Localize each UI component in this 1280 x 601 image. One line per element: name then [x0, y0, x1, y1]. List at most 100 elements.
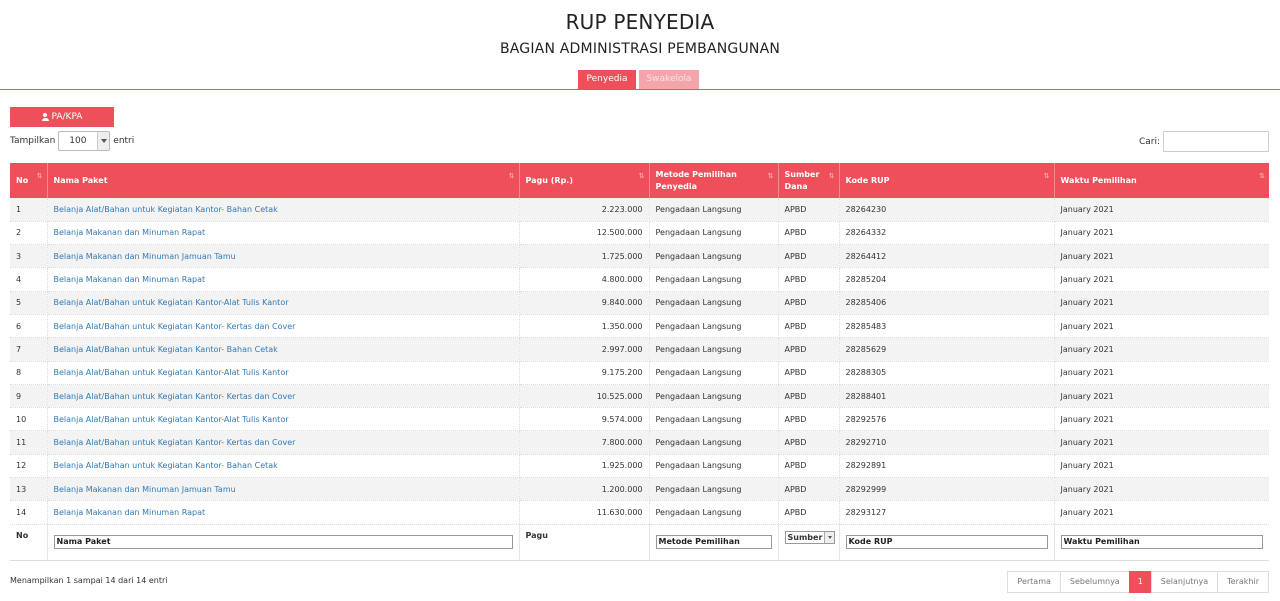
cell-sumber-dana: APBD	[778, 430, 840, 455]
search-control: Cari:	[1139, 131, 1269, 152]
cell-nama-paket-link[interactable]: Belanja Alat/Bahan untuk Kegiatan Kantor…	[47, 314, 520, 339]
cell-sumber-dana: APBD	[778, 291, 840, 315]
cell-sumber-dana: APBD	[778, 477, 840, 502]
cell-kode-rup: 28285629	[839, 337, 1055, 362]
cell-nama-paket-link[interactable]: Belanja Alat/Bahan untuk Kegiatan Kantor…	[47, 407, 520, 432]
column-header-kode-rup[interactable]: Kode RUP ⇅	[839, 163, 1055, 198]
cell-pagu: 10.525.000	[519, 384, 650, 409]
column-header-no[interactable]: No ⇅	[10, 163, 48, 198]
cell-pagu: 11.630.000	[519, 500, 650, 525]
cell-waktu: January 2021	[1054, 291, 1269, 315]
cell-sumber-dana: APBD	[778, 221, 840, 246]
cell-kode-rup: 28293127	[839, 500, 1055, 525]
column-header-pagu[interactable]: Pagu (Rp.) ⇅	[519, 163, 650, 198]
column-header-metode[interactable]: Metode Pemilihan Penyedia ⇅	[649, 163, 779, 198]
cell-nama-paket-link[interactable]: Belanja Makanan dan Minuman Jamuan Tamu	[47, 244, 520, 269]
cell-kode-rup: 28288305	[839, 361, 1055, 385]
tab-penyedia[interactable]: Penyedia	[578, 70, 636, 89]
cell-pagu: 4.800.000	[519, 267, 650, 292]
cell-waktu: January 2021	[1054, 454, 1269, 479]
cell-nama-paket-link[interactable]: Belanja Alat/Bahan untuk Kegiatan Kantor…	[47, 430, 520, 455]
filter-metode-input[interactable]	[655, 534, 772, 549]
filter-waktu-input[interactable]	[1060, 534, 1263, 549]
cell-waktu: January 2021	[1054, 198, 1269, 222]
cell-no: 13	[10, 477, 48, 502]
cell-no: 6	[10, 314, 48, 339]
chevron-down-icon	[824, 531, 835, 543]
cell-pagu: 9.840.000	[519, 291, 650, 315]
entries-label: entri	[113, 136, 135, 146]
table-row: 13 Belanja Makanan dan Minuman Jamuan Tam…	[10, 477, 1269, 502]
cell-metode: Pengadaan Langsung	[649, 244, 779, 269]
table-row: 7 Belanja Alat/Bahan untuk Kegiatan Kanto…	[10, 337, 1269, 362]
cell-nama-paket-link[interactable]: Belanja Makanan dan Minuman Rapat	[47, 500, 520, 525]
cell-metode: Pengadaan Langsung	[649, 267, 779, 292]
filter-sumber-select[interactable]: Sumber	[784, 530, 836, 544]
cell-pagu: 2.997.000	[519, 337, 650, 362]
pagination-page-1[interactable]: 1	[1128, 571, 1152, 593]
table-info: Menampilkan 1 sampai 14 dari 14 entri	[10, 576, 168, 585]
cell-kode-rup: 28292710	[839, 430, 1055, 455]
sort-icon: ⇅	[767, 172, 774, 180]
sort-icon: ⇅	[638, 172, 645, 180]
column-header-waktu[interactable]: Waktu Pemilihan ⇅	[1054, 163, 1269, 198]
cell-metode: Pengadaan Langsung	[649, 198, 779, 222]
column-header-sumber-dana[interactable]: Sumber Dana ⇅	[778, 163, 840, 198]
cell-no: 10	[10, 407, 48, 432]
cell-sumber-dana: APBD	[778, 337, 840, 362]
cell-metode: Pengadaan Langsung	[649, 337, 779, 362]
page-length-select[interactable]: 100	[58, 131, 111, 151]
page-length-control: Tampilkan 100 entri	[10, 131, 134, 151]
pagination-first[interactable]: Pertama	[1007, 571, 1061, 593]
cell-metode: Pengadaan Langsung	[649, 384, 779, 409]
table-row: 9 Belanja Alat/Bahan untuk Kegiatan Kanto…	[10, 384, 1269, 409]
cell-metode: Pengadaan Langsung	[649, 500, 779, 525]
filter-metode-cell	[649, 524, 779, 561]
search-input[interactable]	[1163, 131, 1269, 152]
table-row: 10 Belanja Alat/Bahan untuk Kegiatan Kant…	[10, 407, 1269, 432]
filter-pagu-label: Pagu	[519, 524, 650, 561]
cell-nama-paket-link[interactable]: Belanja Alat/Bahan untuk Kegiatan Kantor…	[47, 454, 520, 479]
pagination-next[interactable]: Selanjutnya	[1150, 571, 1219, 593]
sort-icon: ⇅	[508, 172, 515, 180]
pagination-last[interactable]: Terakhir	[1217, 571, 1269, 593]
search-label: Cari:	[1138, 136, 1160, 147]
user-icon	[41, 113, 49, 121]
cell-no: 8	[10, 361, 48, 385]
table-row: 1 Belanja Alat/Bahan untuk Kegiatan Kanto…	[10, 198, 1269, 222]
cell-nama-paket-link[interactable]: Belanja Alat/Bahan untuk Kegiatan Kantor…	[47, 361, 520, 385]
cell-sumber-dana: APBD	[778, 407, 840, 432]
table-row: 3 Belanja Makanan dan Minuman Jamuan Tamu…	[10, 244, 1269, 269]
cell-nama-paket-link[interactable]: Belanja Alat/Bahan untuk Kegiatan Kantor…	[47, 291, 520, 315]
cell-pagu: 9.175.200	[519, 361, 650, 385]
filter-nama-input[interactable]	[53, 534, 513, 549]
chevron-down-icon	[97, 132, 110, 150]
cell-pagu: 1.725.000	[519, 244, 650, 269]
cell-nama-paket-link[interactable]: Belanja Alat/Bahan untuk Kegiatan Kantor…	[47, 384, 520, 409]
cell-pagu: 1.925.000	[519, 454, 650, 479]
cell-nama-paket-link[interactable]: Belanja Makanan dan Minuman Jamuan Tamu	[47, 477, 520, 502]
table-row: 14 Belanja Makanan dan Minuman Rapat 11.63…	[10, 500, 1269, 525]
table-row: 8 Belanja Alat/Bahan untuk Kegiatan Kanto…	[10, 361, 1269, 385]
filter-sumber-cell: Sumber	[778, 524, 840, 561]
column-header-nama-paket[interactable]: Nama Paket ⇅	[47, 163, 520, 198]
pagination-prev[interactable]: Sebelumnya	[1059, 571, 1130, 593]
cell-kode-rup: 28292576	[839, 407, 1055, 432]
cell-no: 12	[10, 454, 48, 479]
pa-kpa-button[interactable]: PA/KPA	[10, 107, 114, 127]
tab-swakelola[interactable]: Swakelola	[639, 70, 699, 89]
cell-no: 5	[10, 291, 48, 315]
cell-pagu: 1.350.000	[519, 314, 650, 339]
cell-nama-paket-link[interactable]: Belanja Alat/Bahan untuk Kegiatan Kantor…	[47, 337, 520, 362]
cell-nama-paket-link[interactable]: Belanja Makanan dan Minuman Rapat	[47, 221, 520, 246]
cell-no: 4	[10, 267, 48, 292]
cell-sumber-dana: APBD	[778, 244, 840, 269]
sort-icon: ⇅	[828, 172, 835, 180]
cell-waktu: January 2021	[1054, 244, 1269, 269]
pa-kpa-button-label: PA/KPA	[51, 112, 83, 122]
cell-nama-paket-link[interactable]: Belanja Makanan dan Minuman Rapat	[47, 267, 520, 292]
table-row: 4 Belanja Makanan dan Minuman Rapat 4.800.…	[10, 267, 1269, 292]
filter-kode-input[interactable]	[845, 534, 1048, 549]
cell-no: 1	[10, 198, 48, 222]
cell-nama-paket-link[interactable]: Belanja Alat/Bahan untuk Kegiatan Kantor…	[47, 198, 520, 222]
